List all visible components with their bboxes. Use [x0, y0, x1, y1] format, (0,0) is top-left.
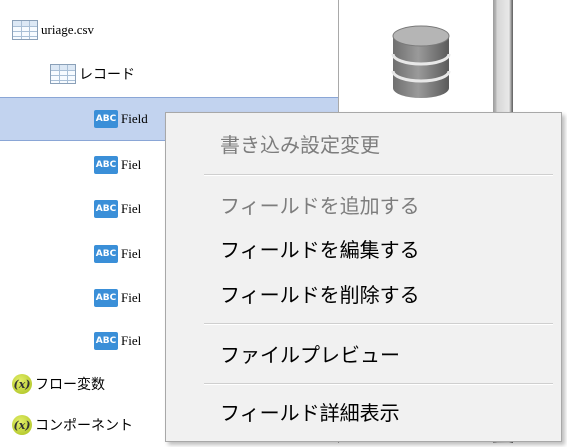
- tree-item-label: Fiel: [121, 290, 142, 305]
- abc-field-icon: ABC: [94, 289, 118, 307]
- menu-item-file-preview[interactable]: ファイルプレビュー: [220, 339, 400, 368]
- tree-item-label: フロー変数: [35, 377, 105, 393]
- tree-item-label: uriage.csv: [41, 22, 95, 37]
- menu-separator: [204, 323, 553, 325]
- menu-item-field-details[interactable]: フィールド詳細表示: [220, 397, 400, 426]
- tree-item-label: Fiel: [121, 157, 142, 172]
- record-grid-icon: [50, 64, 76, 84]
- menu-item-change-write-settings[interactable]: 書き込み設定変更: [220, 129, 380, 158]
- menu-item-add-field[interactable]: フィールドを追加する: [220, 190, 420, 219]
- tree-item-label: Field: [121, 111, 148, 126]
- tree-item-label: Fiel: [121, 333, 142, 348]
- csv-file-grid-icon: [12, 20, 38, 40]
- menu-separator: [204, 383, 553, 385]
- variable-x-icon: (x): [12, 374, 32, 394]
- abc-field-icon: ABC: [94, 156, 118, 174]
- tree-item-label: Fiel: [121, 201, 142, 216]
- menu-item-edit-field[interactable]: フィールドを編集する: [220, 234, 420, 263]
- tree-item-label: Fiel: [121, 246, 142, 261]
- menu-item-delete-field[interactable]: フィールドを削除する: [220, 279, 420, 308]
- abc-field-icon: ABC: [94, 332, 118, 350]
- context-menu: 書き込み設定変更 フィールドを追加する フィールドを編集する フィールドを削除す…: [165, 112, 562, 442]
- tree-item-uriage-csv[interactable]: uriage.csv: [0, 8, 338, 52]
- abc-field-icon: ABC: [94, 245, 118, 263]
- menu-separator: [204, 174, 553, 176]
- tree-item-label: レコード: [79, 67, 135, 83]
- abc-field-icon: ABC: [94, 200, 118, 218]
- abc-field-icon: ABC: [94, 110, 118, 128]
- database-icon[interactable]: [389, 22, 453, 102]
- tree-item-label: コンポーネント: [35, 418, 133, 434]
- tree-item-record[interactable]: レコード: [0, 52, 338, 96]
- variable-x-icon: (x): [12, 415, 32, 435]
